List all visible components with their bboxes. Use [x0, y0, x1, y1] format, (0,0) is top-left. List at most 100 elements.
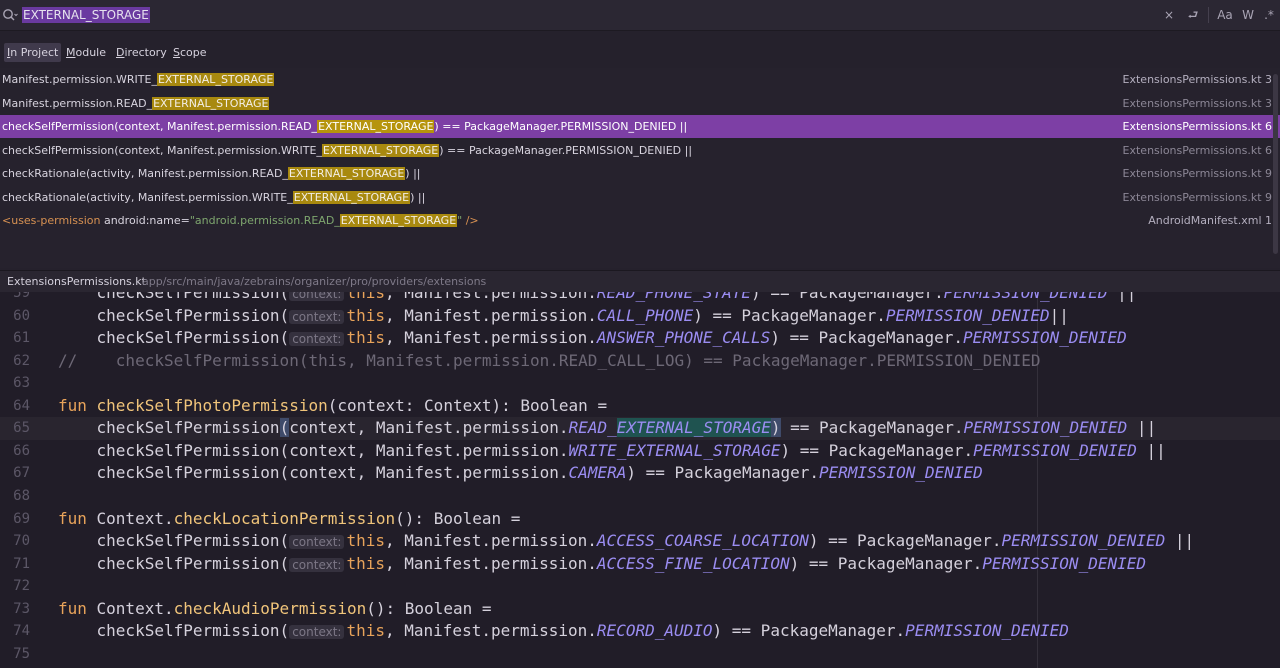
- regex-toggle[interactable]: .*: [1262, 7, 1276, 24]
- code-token: checkSelfPermission(: [58, 553, 290, 573]
- code-text: checkSelfPermission(context, Manifest.pe…: [58, 462, 983, 485]
- code-line[interactable]: 73 fun Context.checkAudioPermission(): Bo…: [0, 598, 1280, 621]
- code-text: checkSelfPermission(context, Manifest.pe…: [58, 440, 1166, 463]
- result-row-selected[interactable]: checkSelfPermission(context, Manifest.pe…: [0, 115, 1280, 138]
- file-path-bar: ExtensionsPermissions.kt app/src/main/ja…: [0, 270, 1280, 292]
- parameter-hint: context:: [289, 332, 345, 347]
- constant: PERMISSION_DENIED: [982, 553, 1146, 573]
- whole-words-toggle[interactable]: W: [1241, 7, 1255, 24]
- line-number: 73: [13, 600, 30, 617]
- result-file: ExtensionsPermissions.kt 6: [1122, 120, 1272, 133]
- code-line[interactable]: 64 fun checkSelfPhotoPermission(context: …: [0, 395, 1280, 418]
- code-token: ||: [1165, 531, 1195, 551]
- code-token: , Manifest.permission.: [385, 292, 597, 302]
- code-text: checkSelfPermission(context: this, Manife…: [58, 530, 1195, 554]
- code-line[interactable]: 72: [0, 575, 1280, 598]
- result-row[interactable]: Manifest.permission.WRITE_EXTERNAL_STORA…: [0, 68, 1280, 91]
- code-line[interactable]: 63: [0, 372, 1280, 395]
- keyword: this: [346, 292, 385, 302]
- constant: PERMISSION_DENIED: [973, 440, 1137, 460]
- constant: ANSWER_PHONE_CALLS: [596, 328, 771, 348]
- result-row[interactable]: checkRationale(activity, Manifest.permis…: [0, 186, 1280, 209]
- code-token: checkSelfPermission(: [58, 328, 290, 348]
- tab-in-project[interactable]: In Project: [4, 43, 62, 62]
- code-token: (context: Context): Boolean =: [327, 395, 608, 415]
- keyword: this: [346, 531, 385, 551]
- code-line[interactable]: 68: [0, 485, 1280, 508]
- parameter-hint: context:: [289, 292, 345, 301]
- tab-scope[interactable]: Scope: [170, 43, 210, 62]
- code-line[interactable]: 67 checkSelfPermission(context, Manifest…: [0, 462, 1280, 485]
- receiver-type: Context.: [96, 508, 174, 528]
- code-token: checkSelfPermission: [58, 418, 280, 438]
- line-number: 70: [13, 533, 30, 550]
- new-line-icon[interactable]: ⮐: [1186, 7, 1200, 24]
- line-number: 68: [13, 487, 30, 504]
- code-line[interactable]: 62 // checkSelfPermission(this, Manifest.…: [0, 350, 1280, 373]
- result-row[interactable]: checkSelfPermission(context, Manifest.pe…: [0, 139, 1280, 162]
- code-text: checkSelfPermission(context: this, Manife…: [58, 305, 1069, 329]
- code-token: (): Boolean =: [395, 508, 521, 528]
- scope-tabs: In Project Module Directory Scope: [0, 31, 1280, 67]
- constant: PERMISSION_DENIED: [885, 305, 1050, 325]
- match-case-toggle[interactable]: Aa: [1215, 7, 1235, 24]
- code-token: checkSelfPermission(: [58, 305, 290, 325]
- parameter-hint: context:: [289, 557, 345, 572]
- code-line[interactable]: 61 checkSelfPermission(context: this, Man…: [0, 327, 1280, 350]
- code-editor[interactable]: 59 checkSelfPermission(context: this, Man…: [0, 292, 1280, 668]
- code-token: ) == PackageManager.: [693, 305, 886, 325]
- code-token: ) == PackageManager.: [770, 328, 963, 348]
- code-text: // checkSelfPermission(this, Manifest.pe…: [58, 350, 1041, 373]
- code-line[interactable]: 65 checkSelfPermission(context, Manifest…: [0, 417, 1280, 440]
- code-token: checkSelfPermission(context, Manifest.pe…: [58, 440, 569, 460]
- match-highlight: EXTERNAL_STORAGE: [287, 167, 406, 180]
- code-line[interactable]: 74 checkSelfPermission(context: this, Man…: [0, 620, 1280, 643]
- search-icon[interactable]: [2, 8, 18, 22]
- code-line[interactable]: 60 checkSelfPermission(context: this, Man…: [0, 305, 1280, 328]
- code-token: , Manifest.permission.: [385, 531, 597, 551]
- parameter-hint: context:: [289, 535, 345, 550]
- line-number: 67: [13, 465, 30, 482]
- code-text: fun Context.checkLocationPermission(): B…: [58, 508, 520, 531]
- constant: ACCESS_FINE_LOCATION: [596, 553, 790, 573]
- results-scrollbar[interactable]: [1273, 74, 1278, 254]
- result-row[interactable]: Manifest.permission.READ_EXTERNAL_STORAG…: [0, 92, 1280, 115]
- code-line[interactable]: 71 checkSelfPermission(context: this, Man…: [0, 553, 1280, 576]
- code-token: ) == PackageManager.: [789, 553, 983, 573]
- search-input[interactable]: EXTERNAL_STORAGE: [22, 7, 150, 23]
- code-line[interactable]: 75: [0, 643, 1280, 666]
- result-row[interactable]: checkRationale(activity, Manifest.permis…: [0, 162, 1280, 185]
- match-highlight: EXTERNAL_STORAGE: [321, 143, 440, 157]
- code-text: checkSelfPermission(context, Manifest.pe…: [58, 417, 1156, 440]
- match-highlight: EXTERNAL_STORAGE: [292, 190, 411, 204]
- code-token: , Manifest.permission.: [385, 553, 597, 573]
- keyword: fun: [58, 598, 97, 618]
- code-token: checkSelfPermission(: [58, 531, 290, 551]
- constant: ACCESS_COARSE_LOCATION: [596, 531, 809, 551]
- file-directory: app/src/main/java/zebrains/organizer/pro…: [142, 275, 487, 288]
- match-highlight: EXTERNAL_STORAGE: [156, 73, 275, 86]
- tab-directory[interactable]: Directory: [113, 43, 170, 62]
- line-number: 74: [13, 623, 30, 640]
- code-line[interactable]: 59 checkSelfPermission(context: this, Man…: [0, 292, 1280, 305]
- receiver-type: Context.: [96, 598, 174, 618]
- code-line[interactable]: 70 checkSelfPermission(context: this, Man…: [0, 530, 1280, 553]
- parameter-hint: context:: [289, 309, 345, 324]
- constant: RECORD_AUDIO: [596, 621, 713, 641]
- code-line[interactable]: 66 checkSelfPermission(context, Manifest…: [0, 440, 1280, 463]
- code-token: context, Manifest.permission.: [289, 418, 569, 438]
- clear-search-icon[interactable]: ×: [1162, 7, 1176, 24]
- search-bar: EXTERNAL_STORAGE × ⮐ Aa W .*: [0, 0, 1280, 31]
- constant: CAMERA: [568, 463, 627, 483]
- function-name: checkLocationPermission: [173, 508, 396, 528]
- line-number: 60: [13, 307, 30, 324]
- result-row[interactable]: <uses-permission android:name="android.p…: [0, 209, 1280, 232]
- code-line[interactable]: 69 fun Context.checkLocationPermission():…: [0, 508, 1280, 531]
- code-token: ) == PackageManager.: [712, 621, 906, 641]
- line-number: 59: [13, 292, 30, 301]
- keyword: this: [346, 553, 385, 573]
- code-text: fun Context.checkAudioPermission(): Bool…: [58, 598, 491, 621]
- search-results-list: Manifest.permission.WRITE_EXTERNAL_STORA…: [0, 68, 1280, 268]
- code-text: checkSelfPermission(context: this, Manife…: [58, 620, 1069, 644]
- tab-module[interactable]: Module: [63, 43, 109, 62]
